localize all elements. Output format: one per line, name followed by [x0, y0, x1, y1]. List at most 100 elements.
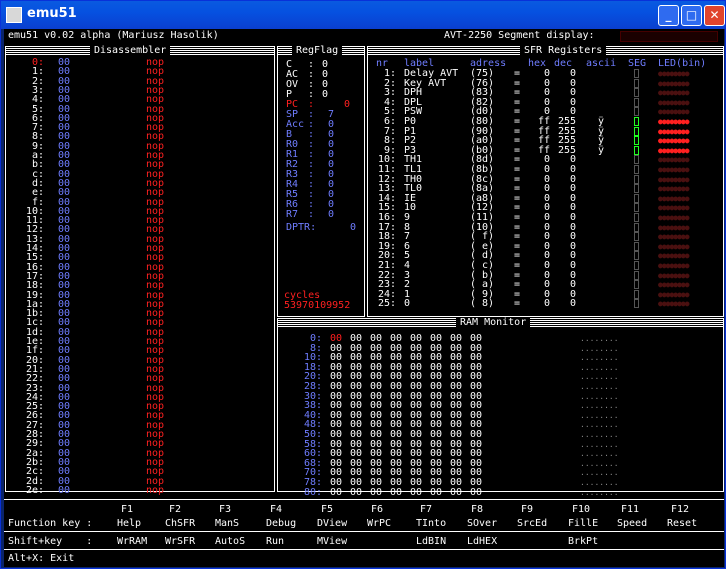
- ram-cell[interactable]: 00: [370, 487, 382, 498]
- fkey-f6: F6: [371, 504, 384, 515]
- sfr-led-bits: ●●●●●●●●: [658, 184, 690, 194]
- disassembler-title: Disassembler: [90, 45, 171, 56]
- sfr-led-bits: ●●●●●●●●: [658, 222, 690, 232]
- emulator-screen: emu51 v0.02 alpha (Mariusz Hasolik) AVT-…: [4, 29, 724, 567]
- sfr-seg-indicator: [634, 78, 639, 88]
- ram-ascii: ........: [580, 487, 619, 497]
- app-window: emu51 _ □ ✕ emu51 v0.02 alpha (Mariusz H…: [0, 0, 726, 569]
- maximize-button[interactable]: □: [681, 5, 702, 26]
- dptr-name: DPTR:: [286, 222, 317, 233]
- function-reset-button[interactable]: Reset: [667, 518, 697, 529]
- sfr-seg-indicator: [634, 261, 639, 270]
- function-srced-button[interactable]: SrcEd: [517, 518, 547, 529]
- sfr-led-bits: ●●●●●●●●: [658, 165, 690, 174]
- sfr-seg-indicator: [634, 213, 639, 222]
- register-value[interactable]: 0: [328, 209, 334, 220]
- sfr-seg-indicator: [634, 241, 639, 251]
- fkey-f2: F2: [169, 504, 182, 515]
- sfr-led-bits: ●●●●●●●●: [658, 193, 690, 203]
- header-bar: emu51 v0.02 alpha (Mariusz Hasolik) AVT-…: [4, 29, 724, 42]
- sfr-equals: =: [514, 298, 521, 310]
- sfr-seg-indicator: [634, 299, 639, 309]
- sfr-dec-value[interactable]: 0: [554, 298, 576, 309]
- shift-run-button[interactable]: Run: [266, 536, 284, 547]
- function-speed-button[interactable]: Speed: [617, 518, 647, 529]
- sfr-led-bits: ●●●●●●●●: [658, 88, 690, 98]
- disasm-address: 2e:: [25, 484, 44, 496]
- sfr-seg-indicator: [634, 69, 639, 78]
- disassembler-panel: Disassembler 0: 00 nop 1: 00 nop 2: 00 nop 3: 00 no…: [5, 45, 275, 496]
- ram-cell[interactable]: 00: [330, 487, 342, 498]
- sfr-seg-indicator: [634, 232, 639, 242]
- ram-monitor-panel: RAM Monitor 0: 00 00 00 00 00 00 00 00........ 8:…: [277, 317, 724, 498]
- shift-wrsfr-button[interactable]: WrSFR: [165, 536, 195, 547]
- fkey-f7: F7: [420, 504, 433, 515]
- sfr-header-seg: SEG: [628, 58, 647, 69]
- sfr-led-bits: ●●●●●●●●: [658, 117, 690, 126]
- ram-cell[interactable]: 00: [350, 487, 362, 498]
- sfr-led-bits: ●●●●●●●●: [658, 155, 690, 165]
- shift-wrram-button[interactable]: WrRAM: [117, 536, 147, 547]
- sfr-led-bits: ●●●●●●●●: [658, 107, 690, 117]
- pc-value[interactable]: 0: [344, 99, 350, 110]
- sfr-seg-indicator: [634, 203, 639, 213]
- sfr-led-bits: ●●●●●●●●: [658, 289, 690, 299]
- shift-autos-button[interactable]: AutoS: [215, 536, 245, 547]
- fkey-f9: F9: [521, 504, 534, 515]
- sfr-label: 0: [404, 298, 411, 310]
- sfr-led-bits: ●●●●●●●●: [658, 232, 690, 242]
- sfr-nr: 25:: [377, 298, 396, 310]
- sfr-seg-indicator: [634, 193, 639, 203]
- segment-display-label: AVT-2250 Segment display:: [444, 30, 595, 41]
- ram-cell[interactable]: 00: [470, 487, 482, 498]
- function-mans-button[interactable]: ManS: [215, 518, 239, 529]
- sfr-led-bits: ●●●●●●●●: [658, 69, 690, 78]
- sfr-led-bits: ●●●●●●●●: [658, 136, 690, 146]
- function-debug-button[interactable]: Debug: [266, 518, 296, 529]
- shift-mview-button[interactable]: MView: [317, 536, 347, 547]
- sfr-hex-value[interactable]: 0: [526, 298, 550, 309]
- minimize-button[interactable]: _: [658, 5, 679, 26]
- ram-monitor-title: RAM Monitor: [456, 317, 531, 328]
- sfr-led-bits: ●●●●●●●●: [658, 261, 690, 270]
- exit-hint: Alt+X: Exit: [8, 553, 75, 564]
- sfr-led-bits: ●●●●●●●●: [658, 241, 690, 251]
- function-sover-button[interactable]: SOver: [467, 518, 497, 529]
- regflag-panel: RegFlag C:0 AC:0 OV:0 P:0 PC:0 SP:7 Acc:0 B:0 R0…: [277, 45, 365, 317]
- sfr-led-bits: ●●●●●●●●: [658, 174, 690, 184]
- sfr-led-bits: ●●●●●●●●: [658, 299, 690, 309]
- fkey-f1: F1: [121, 504, 134, 515]
- dptr-value[interactable]: 0: [350, 222, 356, 233]
- sfr-panel: SFR Registers nr label adress hex dec ascii SE…: [367, 45, 724, 317]
- function-help-button[interactable]: Help: [117, 518, 141, 529]
- sfr-seg-indicator: [634, 117, 639, 126]
- close-button[interactable]: ✕: [704, 5, 725, 26]
- title-bar[interactable]: emu51 _ □ ✕: [1, 1, 725, 29]
- sfr-led-bits: ●●●●●●●●: [658, 213, 690, 222]
- disasm-opcode[interactable]: 00: [58, 485, 70, 496]
- shift-brkpt-button[interactable]: BrkPt: [568, 536, 598, 547]
- function-chsfr-button[interactable]: ChSFR: [165, 518, 195, 529]
- function-fille-button[interactable]: FillE: [568, 518, 598, 529]
- sfr-seg-indicator: [634, 136, 639, 146]
- ram-cell[interactable]: 00: [410, 487, 422, 498]
- ram-cell[interactable]: 00: [430, 487, 442, 498]
- window-title: emu51: [27, 6, 77, 21]
- flag-value[interactable]: 0: [322, 89, 328, 100]
- ram-cell[interactable]: 00: [450, 487, 462, 498]
- ram-address: 80:: [303, 486, 322, 498]
- shift-ldhex-button[interactable]: LdHEX: [467, 536, 497, 547]
- sfr-title: SFR Registers: [520, 45, 607, 56]
- sfr-led-bits: ●●●●●●●●: [658, 280, 690, 290]
- shift-ldbin-button[interactable]: LdBIN: [416, 536, 446, 547]
- fkey-f10: F10: [572, 504, 591, 515]
- fkey-f5: F5: [321, 504, 334, 515]
- ram-cell[interactable]: 00: [390, 487, 402, 498]
- sfr-seg-indicator: [634, 126, 639, 136]
- function-wrpc-button[interactable]: WrPC: [367, 518, 391, 529]
- function-dview-button[interactable]: DView: [317, 518, 347, 529]
- function-tinto-button[interactable]: TInto: [416, 518, 446, 529]
- function-key-bar: F1 F2 F3 F4 F5 F6 F7 F8 F9 F10 F11 F12 Function key…: [4, 499, 724, 567]
- sfr-seg-indicator: [634, 289, 639, 299]
- shift-key-label: Shift+key :: [8, 536, 93, 547]
